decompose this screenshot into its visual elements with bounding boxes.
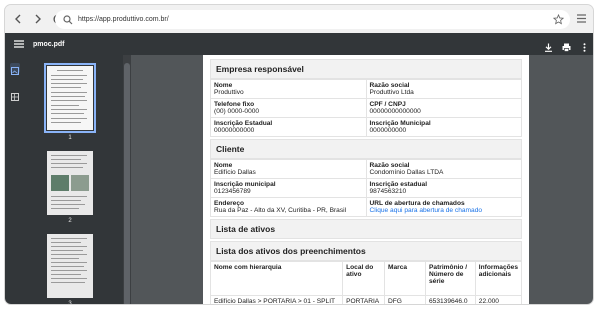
table-row: Edifício Dallas > PORTARIA > 01 - SPLIT … bbox=[209, 295, 523, 304]
table-row: Nome Edifício Dallas Razão social Condomín… bbox=[210, 159, 522, 179]
outline-view-icon[interactable] bbox=[10, 89, 20, 101]
section-lista-ativos-title: Lista de ativos bbox=[210, 219, 522, 239]
back-icon[interactable] bbox=[11, 12, 25, 26]
page-thumbnails: 1 2 3 bbox=[25, 55, 126, 305]
cliente-table: Nome Edifício Dallas Razão social Condomín… bbox=[210, 159, 522, 217]
browser-menu-icon[interactable] bbox=[576, 13, 587, 24]
page-thumbnail[interactable] bbox=[44, 63, 96, 133]
column-header: Marca bbox=[383, 261, 427, 296]
open-ticket-link[interactable]: Clique aqui para abertura de chamado bbox=[370, 207, 483, 214]
pdf-toolbar: pmoc.pdf bbox=[5, 33, 593, 55]
print-icon[interactable] bbox=[562, 39, 571, 52]
table-row: Inscrição Estadual 00000000000 Inscrição … bbox=[210, 117, 522, 137]
section-cliente-title: Cliente bbox=[210, 139, 522, 159]
sidebar-rail bbox=[5, 55, 25, 304]
pdf-file-name: pmoc.pdf bbox=[33, 40, 65, 48]
page-thumbnail[interactable] bbox=[47, 234, 93, 298]
section-empresa-title: Empresa responsável bbox=[210, 59, 522, 79]
column-header: Nome com hierarquia bbox=[209, 261, 344, 296]
url-text: https://app.produttivo.com.br/ bbox=[78, 16, 169, 23]
table-row: Nome Produttivo Razão social Produttivo Lt… bbox=[210, 79, 522, 99]
table-row: Telefone fixo (00) 0000-0000 CPF / CNPJ 00… bbox=[210, 98, 522, 118]
more-options-icon[interactable] bbox=[580, 39, 589, 52]
bookmark-star-icon[interactable] bbox=[553, 14, 564, 25]
section-preenchimentos-title: Lista dos ativos dos preenchimentos bbox=[210, 241, 522, 261]
document-viewport: Empresa responsável Nome Produttivo Razão… bbox=[131, 55, 593, 304]
ativos-table: Nome com hierarquia Local do ativo Marca… bbox=[209, 261, 523, 304]
thumbnail-scrollbar[interactable] bbox=[123, 55, 131, 304]
thumbnails-view-icon[interactable] bbox=[10, 63, 20, 75]
forward-icon[interactable] bbox=[31, 12, 45, 26]
browser-window: https://app.produttivo.com.br/ pmoc.pdf bbox=[4, 4, 594, 305]
table-row: Endereço Rua da Paz - Alto da XV, Curitib… bbox=[210, 197, 522, 217]
page-thumbnail[interactable] bbox=[47, 151, 93, 215]
empresa-table: Nome Produttivo Razão social Produttivo Lt… bbox=[210, 79, 522, 137]
column-header: Informações adicionais bbox=[474, 261, 523, 296]
column-header: Patrimônio / Número de série bbox=[425, 261, 476, 296]
page-number-2: 2 bbox=[68, 218, 72, 224]
table-row: Inscrição municipal 0123456789 Inscrição … bbox=[210, 178, 522, 198]
pdf-page: Empresa responsável Nome Produttivo Razão… bbox=[203, 55, 529, 304]
browser-toolbar: https://app.produttivo.com.br/ bbox=[5, 5, 593, 33]
table-header-row: Nome com hierarquia Local do ativo Marca… bbox=[209, 261, 523, 296]
download-icon[interactable] bbox=[544, 39, 553, 52]
page-number-3: 3 bbox=[68, 301, 72, 305]
search-icon bbox=[63, 14, 73, 24]
page-number-1: 1 bbox=[68, 135, 72, 141]
column-header: Local do ativo bbox=[342, 261, 385, 296]
address-bar[interactable]: https://app.produttivo.com.br/ bbox=[55, 10, 570, 29]
sidebar-menu-icon[interactable] bbox=[14, 39, 24, 49]
